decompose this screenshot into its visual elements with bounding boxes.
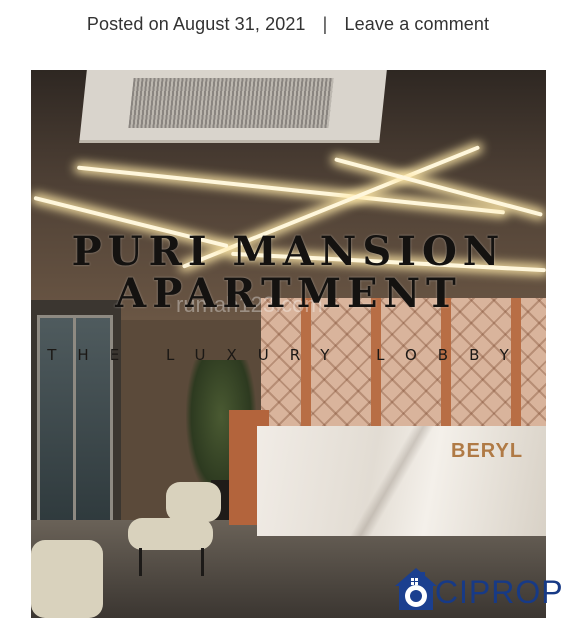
brand-sign: BERYL: [451, 440, 524, 462]
wood-post: [441, 298, 451, 433]
lounge-chair-front: [31, 540, 103, 618]
post-meta: Posted on August 31, 2021 | Leave a comm…: [0, 14, 576, 35]
leave-comment-link[interactable]: Leave a comment: [345, 14, 490, 34]
ociprop-logo: OCIPROP: [393, 560, 573, 612]
lounge-chair-back: [166, 482, 221, 522]
posted-on-label: Posted on: [86, 14, 169, 34]
lounge-chair-seat: [128, 518, 213, 550]
image-subtitle: THE LUXURY LOBBY: [47, 346, 530, 364]
meta-separator: |: [322, 14, 328, 34]
image-title-line-2: APARTMENT: [115, 270, 462, 317]
wood-post: [371, 298, 381, 433]
chair-leg: [139, 548, 142, 576]
chair-leg: [201, 548, 204, 576]
featured-image: BERYL rumah123.com PURI MANSION APARTMEN…: [31, 70, 546, 618]
post-date-link[interactable]: August 31, 2021: [173, 14, 306, 34]
wood-post: [301, 298, 311, 433]
image-title-line-1: PURI MANSION: [71, 228, 506, 275]
logo-text: OCIPROP: [409, 574, 564, 611]
wood-post: [511, 298, 521, 433]
ac-grille: [128, 78, 334, 128]
logo-text-rest: CIPROP: [434, 574, 564, 610]
